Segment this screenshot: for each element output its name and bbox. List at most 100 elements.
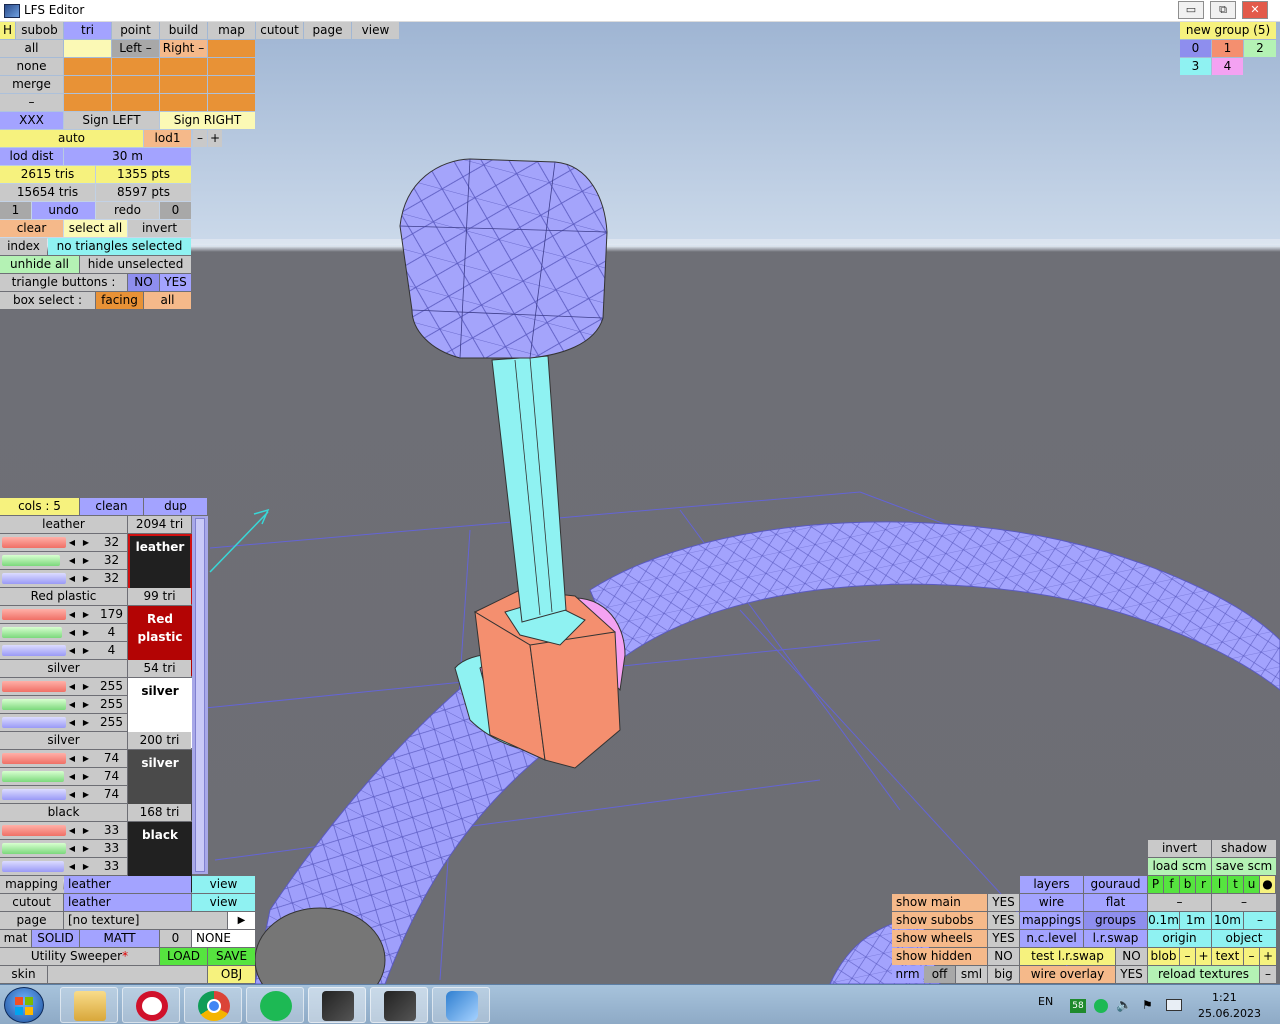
arrow-left-icon[interactable]: ◀	[66, 608, 78, 622]
taskbar-chrome[interactable]	[184, 987, 242, 1023]
select-cell[interactable]	[208, 40, 255, 57]
merge-button[interactable]: merge	[0, 76, 63, 93]
invert-button[interactable]: invert	[1148, 840, 1211, 857]
color-slider[interactable]	[2, 753, 66, 764]
tab-subob[interactable]: subob	[16, 22, 63, 39]
lod-dist-value[interactable]: 30 m	[64, 148, 191, 165]
color-slider[interactable]	[2, 699, 66, 710]
color-value-b[interactable]: 33	[96, 858, 127, 875]
xxx-button[interactable]: XXX	[0, 112, 63, 129]
arrow-left-icon[interactable]: ◀	[66, 644, 78, 658]
redo-button[interactable]: redo	[96, 202, 159, 219]
arrow-left-icon[interactable]: ◀	[66, 698, 78, 712]
reload-textures-button[interactable]: reload textures	[1148, 966, 1259, 983]
color-slider[interactable]	[2, 825, 66, 836]
new-group-button[interactable]: new group (5)	[1180, 22, 1276, 39]
color-slider[interactable]	[2, 537, 66, 548]
select-cell[interactable]	[64, 76, 111, 93]
utility-sweeper-label[interactable]: Utility Sweeper*	[0, 948, 159, 965]
select-cell[interactable]	[64, 40, 111, 57]
select-all-button[interactable]: all	[0, 40, 63, 57]
clock-time[interactable]: 1:21	[1212, 991, 1237, 1004]
sign-right-button[interactable]: Sign RIGHT	[160, 112, 255, 129]
tab-page[interactable]: page	[304, 22, 351, 39]
show-main-toggle[interactable]: YES	[988, 894, 1019, 911]
arrow-left-icon[interactable]: ◀	[66, 752, 78, 766]
view-toggle-0[interactable]: P	[1148, 876, 1163, 893]
page-next-button[interactable]: ▶	[228, 912, 255, 929]
arrow-right-icon[interactable]: ▶	[80, 554, 92, 568]
save-button[interactable]: SAVE	[208, 948, 255, 965]
tab-tri[interactable]: tri	[64, 22, 111, 39]
mat-value[interactable]: 0	[160, 930, 191, 947]
tab-cutout[interactable]: cutout	[256, 22, 303, 39]
language-indicator[interactable]: EN	[1038, 995, 1053, 1008]
color-slider[interactable]	[2, 789, 66, 800]
blob-plus[interactable]: +	[1196, 948, 1211, 965]
arrow-right-icon[interactable]: ▶	[80, 788, 92, 802]
arrow-right-icon[interactable]: ▶	[80, 644, 92, 658]
show-subobs-toggle[interactable]: YES	[988, 912, 1019, 929]
group-3[interactable]: 3	[1180, 58, 1211, 75]
triangle-buttons-no[interactable]: NO	[128, 274, 159, 291]
reload-minus[interactable]: –	[1260, 966, 1276, 983]
material-name[interactable]: Red plastic	[0, 588, 127, 605]
triangle-buttons-yes[interactable]: YES	[160, 274, 191, 291]
sml-button[interactable]: sml	[956, 966, 987, 983]
color-value-g[interactable]: 32	[96, 552, 127, 569]
select-cell[interactable]	[208, 94, 255, 111]
shadow-button[interactable]: shadow	[1212, 840, 1276, 857]
object-button[interactable]: object	[1212, 930, 1276, 947]
group-4[interactable]: 4	[1212, 58, 1243, 75]
obj-button[interactable]: OBJ	[208, 966, 255, 983]
blob-minus[interactable]: –	[1180, 948, 1195, 965]
group-0[interactable]: 0	[1180, 40, 1211, 57]
origin-button[interactable]: origin	[1148, 930, 1211, 947]
box-select-all[interactable]: all	[144, 292, 191, 309]
select-cell[interactable]	[112, 94, 159, 111]
dash-button-1[interactable]: –	[1148, 894, 1211, 911]
show-wheels-toggle[interactable]: YES	[988, 930, 1019, 947]
color-value-b[interactable]: 74	[96, 786, 127, 803]
select-cell[interactable]	[208, 58, 255, 75]
color-value-r[interactable]: 74	[96, 750, 127, 767]
box-select-facing[interactable]: facing	[96, 292, 143, 309]
flat-button[interactable]: flat	[1084, 894, 1147, 911]
arrow-right-icon[interactable]: ▶	[80, 716, 92, 730]
mat-solid-button[interactable]: SOLID	[32, 930, 79, 947]
right-button[interactable]: Right –	[160, 40, 207, 57]
mat-none[interactable]: NONE	[192, 930, 255, 947]
volume-icon[interactable]: 🔈	[1116, 998, 1132, 1013]
clear-button[interactable]: clear	[0, 220, 63, 237]
tray-badge[interactable]: 58	[1070, 999, 1086, 1013]
lod-plus-button[interactable]: +	[208, 130, 222, 147]
mat-matt-button[interactable]: MATT	[80, 930, 159, 947]
lrswap-button[interactable]: l.r.swap	[1084, 930, 1147, 947]
material-name[interactable]: silver	[0, 732, 127, 749]
lod1-button[interactable]: lod1	[144, 130, 191, 147]
dist-1m[interactable]: 1m	[1180, 912, 1211, 929]
wire-overlay-toggle[interactable]: YES	[1116, 966, 1147, 983]
arrow-left-icon[interactable]: ◀	[66, 536, 78, 550]
view-toggle-4[interactable]: l	[1212, 876, 1227, 893]
left-button[interactable]: Left –	[112, 40, 159, 57]
arrow-left-icon[interactable]: ◀	[66, 572, 78, 586]
arrow-right-icon[interactable]: ▶	[80, 770, 92, 784]
load-scm-button[interactable]: load scm	[1148, 858, 1211, 875]
color-value-r[interactable]: 255	[96, 678, 127, 695]
big-button[interactable]: big	[988, 966, 1019, 983]
gouraud-button[interactable]: gouraud	[1084, 876, 1147, 893]
arrow-left-icon[interactable]: ◀	[66, 716, 78, 730]
unhide-all-button[interactable]: unhide all	[0, 256, 79, 273]
page-texture[interactable]: [no texture]	[64, 912, 227, 929]
view-toggle-7[interactable]: ●	[1260, 876, 1275, 893]
arrow-right-icon[interactable]: ▶	[80, 860, 92, 874]
skin-button[interactable]: skin	[0, 966, 47, 983]
close-button[interactable]: ✕	[1242, 1, 1268, 19]
groups-button[interactable]: groups	[1084, 912, 1147, 929]
color-slider[interactable]	[2, 861, 64, 872]
restore-button[interactable]: ⧉	[1210, 1, 1236, 19]
arrow-right-icon[interactable]: ▶	[80, 680, 92, 694]
select-cell[interactable]	[208, 76, 255, 93]
text-plus[interactable]: +	[1260, 948, 1276, 965]
